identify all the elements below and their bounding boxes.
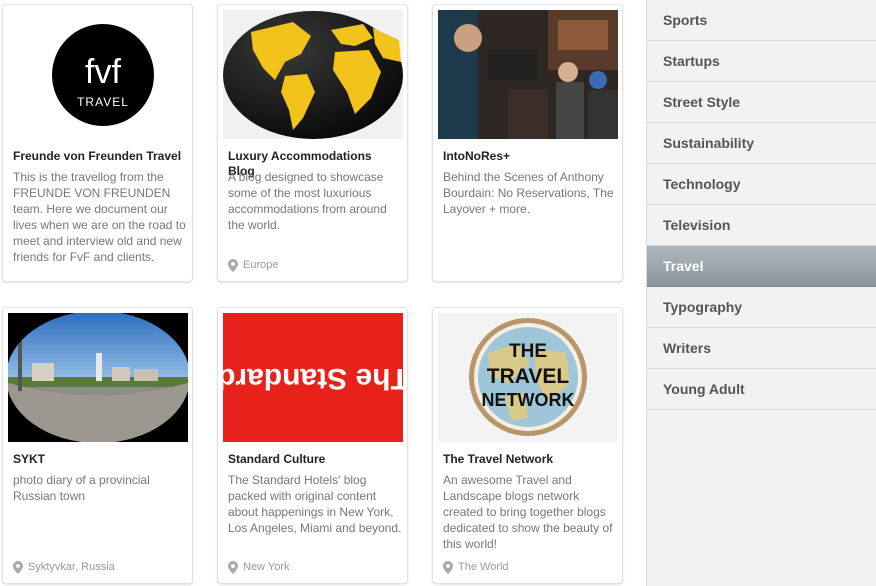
- blog-card[interactable]: Luxury Accommodations Blog A blog design…: [217, 4, 408, 282]
- category-item-technology[interactable]: Technology: [647, 164, 876, 205]
- blog-card[interactable]: fvf TRAVEL Freunde von Freunden Travel T…: [2, 4, 193, 282]
- svg-text:THE: THE: [509, 341, 547, 362]
- map-pin-icon: [13, 561, 23, 574]
- blog-card[interactable]: The Standard Standard Culture The Standa…: [217, 307, 408, 584]
- location-text: Europe: [243, 259, 279, 271]
- location-text: Syktyvkar, Russia: [28, 561, 115, 573]
- category-item-typography[interactable]: Typography: [647, 287, 876, 328]
- category-item-writers[interactable]: Writers: [647, 328, 876, 369]
- card-title[interactable]: IntoNoRes+: [443, 149, 615, 164]
- card-title[interactable]: Standard Culture: [228, 452, 400, 467]
- card-location: New York: [228, 561, 289, 574]
- location-text: New York: [243, 561, 290, 573]
- svg-text:TRAVEL: TRAVEL: [77, 95, 129, 109]
- location-text: The World: [458, 561, 509, 573]
- category-item-young-adult[interactable]: Young Adult: [647, 369, 876, 410]
- travel-network-logo: THE TRAVEL NETWORK: [469, 318, 587, 436]
- category-item-sports[interactable]: Sports: [647, 0, 876, 41]
- svg-text:TRAVEL: TRAVEL: [487, 365, 570, 388]
- globe-image: [223, 11, 403, 139]
- card-description: An awesome Travel and Landscape blogs ne…: [443, 473, 613, 551]
- blog-card[interactable]: SYKT photo diary of a provincial Russian…: [2, 307, 193, 584]
- card-description: The Standard Hotels' blog packed with or…: [228, 473, 402, 535]
- fvf-logo: fvf TRAVEL: [52, 24, 154, 126]
- card-thumbnail[interactable]: THE TRAVEL NETWORK: [438, 313, 618, 442]
- card-thumbnail[interactable]: [8, 313, 188, 442]
- card-description: photo diary of a provincial Russian town: [13, 473, 150, 503]
- card-location: Syktyvkar, Russia: [13, 561, 115, 574]
- card-description: This is the travellog from the FREUNDE V…: [13, 170, 186, 264]
- category-item-travel[interactable]: Travel: [647, 246, 876, 287]
- map-pin-icon: [228, 561, 238, 574]
- card-description: Behind the Scenes of Anthony Bourdain: N…: [443, 170, 614, 216]
- blog-card[interactable]: IntoNoRes+ Behind the Scenes of Anthony …: [432, 4, 623, 282]
- category-item-startups[interactable]: Startups: [647, 41, 876, 82]
- card-thumbnail[interactable]: The Standard: [223, 313, 403, 442]
- category-item-street-style[interactable]: Street Style: [647, 82, 876, 123]
- map-pin-icon: [228, 259, 238, 272]
- film-crew-photo: [438, 10, 618, 139]
- category-item-television[interactable]: Television: [647, 205, 876, 246]
- card-title[interactable]: Freunde von Freunden Travel: [13, 149, 185, 164]
- category-sidebar: Sports Startups Street Style Sustainabil…: [646, 0, 876, 586]
- fisheye-town-photo: [8, 313, 188, 442]
- card-title[interactable]: The Travel Network: [443, 452, 615, 467]
- svg-text:fvf: fvf: [85, 53, 121, 91]
- card-description: A blog designed to showcase some of the …: [228, 170, 387, 232]
- card-thumbnail[interactable]: [223, 10, 403, 139]
- standard-logo: The Standard: [223, 313, 403, 442]
- card-thumbnail[interactable]: fvf TRAVEL: [8, 10, 188, 139]
- card-thumbnail[interactable]: [438, 10, 618, 139]
- category-item-sustainability[interactable]: Sustainability: [647, 123, 876, 164]
- card-title[interactable]: SYKT: [13, 452, 185, 467]
- svg-text:The Standard: The Standard: [223, 362, 403, 395]
- svg-text:NETWORK: NETWORK: [482, 390, 575, 410]
- card-location: Europe: [228, 259, 278, 272]
- map-pin-icon: [443, 561, 453, 574]
- blog-card[interactable]: THE TRAVEL NETWORK The Travel Network An…: [432, 307, 623, 584]
- card-location: The World: [443, 561, 509, 574]
